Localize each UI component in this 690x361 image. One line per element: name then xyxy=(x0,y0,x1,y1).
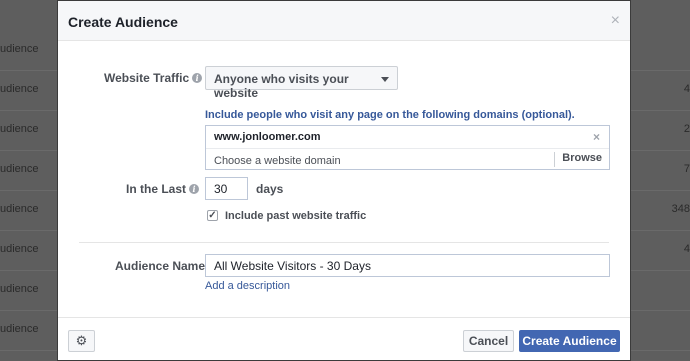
domain-input-row: Browse xyxy=(206,149,609,170)
days-unit-label: days xyxy=(256,182,284,196)
website-traffic-label: Website Traffic i xyxy=(104,71,203,85)
include-past-traffic-label: Include past website traffic xyxy=(225,210,367,222)
dialog-title: Create Audience xyxy=(68,14,178,30)
bg-row-label: udience xyxy=(0,163,39,175)
dialog-header: Create Audience × xyxy=(58,1,630,41)
website-traffic-dropdown[interactable]: Anyone who visits your website xyxy=(205,66,398,100)
divider xyxy=(79,242,609,243)
bg-row-label: udience xyxy=(0,83,39,95)
remove-domain-icon[interactable]: × xyxy=(593,130,600,144)
chevron-down-icon xyxy=(381,77,389,82)
audience-name-input[interactable] xyxy=(205,254,610,277)
bg-row-label: udience xyxy=(0,243,39,255)
create-audience-button[interactable]: Create Audience xyxy=(519,330,620,352)
in-the-last-label: In the Last i xyxy=(126,182,200,196)
domains-hint: Include people who visit any page on the… xyxy=(205,109,575,121)
traffic-option-label: Anyone who visits your website xyxy=(214,72,349,100)
domain-input[interactable] xyxy=(214,155,554,167)
dialog-footer: ⚙ Cancel Create Audience xyxy=(58,317,630,360)
gear-icon: ⚙ xyxy=(75,333,88,348)
info-icon[interactable]: i xyxy=(189,184,200,194)
in-the-last-label-text: In the Last xyxy=(126,182,187,196)
bg-row-label: udience xyxy=(0,43,39,55)
info-icon[interactable]: i xyxy=(192,73,203,83)
create-audience-dialog: Create Audience × Website Traffic i Anyon… xyxy=(57,0,631,361)
bg-row-value: 4 xyxy=(683,243,690,255)
days-input[interactable] xyxy=(205,177,248,200)
include-past-traffic-checkbox[interactable]: ✓ xyxy=(207,210,218,221)
bg-row-value: 4 xyxy=(683,83,690,95)
domain-field: www.jonloomer.com × Browse xyxy=(205,125,610,170)
settings-button[interactable]: ⚙ xyxy=(68,330,95,352)
domain-token: www.jonloomer.com × xyxy=(206,126,609,149)
audience-name-label: Audience Name xyxy=(115,259,206,273)
bg-row-label: udience xyxy=(0,123,39,135)
bg-row-value: 2 xyxy=(683,123,690,135)
close-icon[interactable]: × xyxy=(611,13,620,29)
bg-row-label: udience xyxy=(0,203,39,215)
bg-row-value: 348 xyxy=(671,203,690,215)
bg-row-label: udience xyxy=(0,323,39,335)
cancel-button[interactable]: Cancel xyxy=(463,330,514,352)
browse-button[interactable]: Browse xyxy=(554,152,609,167)
website-traffic-label-text: Website Traffic xyxy=(104,71,190,85)
add-description-link[interactable]: Add a description xyxy=(205,280,290,292)
bg-row-value: 7 xyxy=(683,163,690,175)
domain-token-label: www.jonloomer.com xyxy=(214,131,321,143)
bg-row-label: udience xyxy=(0,283,39,295)
